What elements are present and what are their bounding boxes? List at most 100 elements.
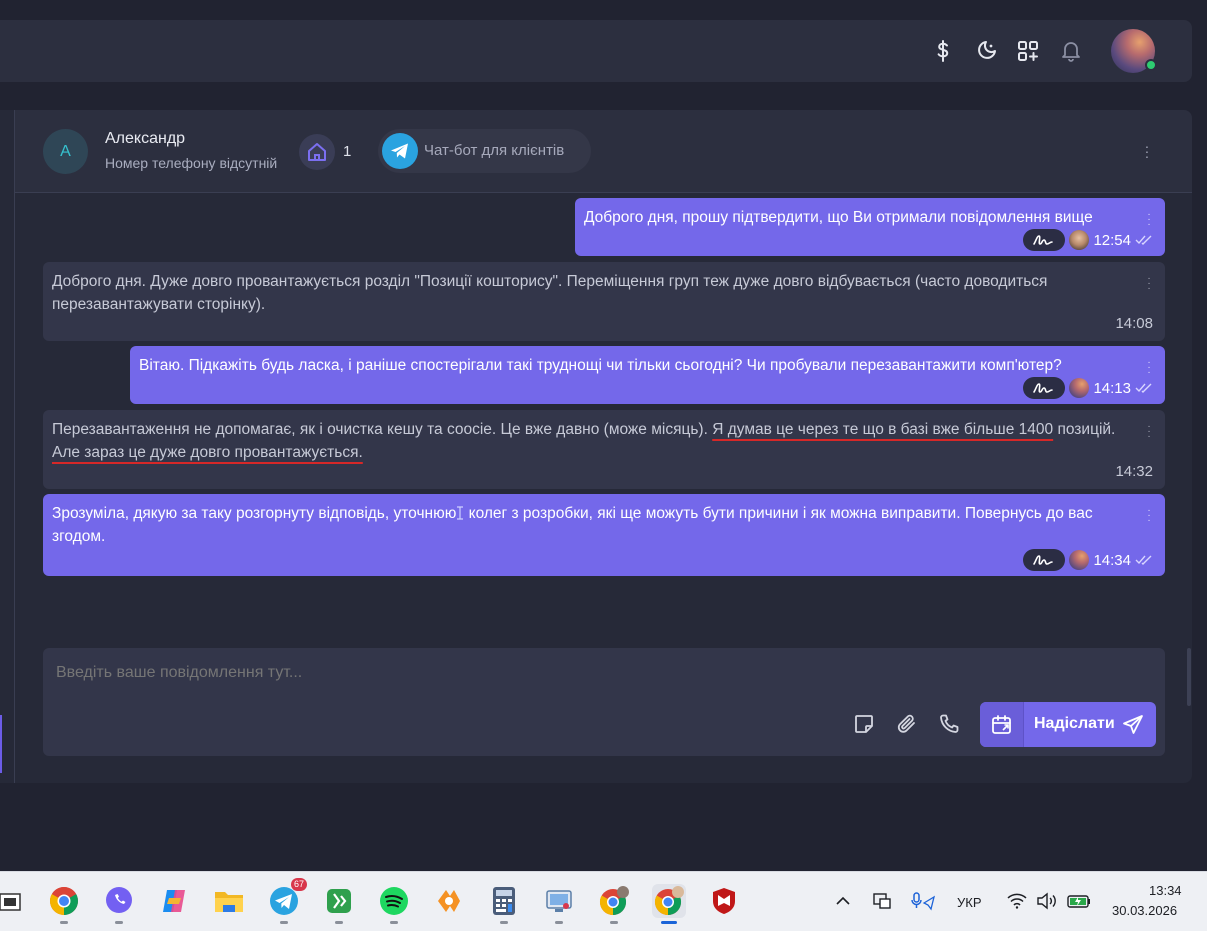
bell-icon[interactable] [1057, 37, 1085, 65]
operator-avatar [1069, 550, 1090, 570]
message-outgoing: Зрозуміла, дякую за таку розгорнуту відп… [43, 494, 1165, 576]
channel-label: Чат-бот для клієнтів [424, 142, 565, 159]
telegram-taskbar-icon[interactable]: 67 [267, 878, 307, 918]
message-input[interactable] [56, 664, 956, 682]
signature-icon[interactable] [1023, 549, 1066, 571]
channel-badge[interactable]: Чат-бот для клієнтів [378, 129, 591, 173]
running-indicator [115, 921, 123, 924]
volume-icon[interactable] [1030, 884, 1064, 918]
wifi-icon[interactable] [1000, 884, 1034, 918]
message-time: 14:13 [1093, 379, 1131, 397]
signature-icon[interactable] [1023, 229, 1066, 251]
operator-avatar [1069, 378, 1090, 398]
operator-avatar [1069, 230, 1090, 250]
message-text-underlined: Я думав це через те що в базі вже більше… [712, 421, 1054, 438]
contact-name[interactable]: Александр [105, 130, 185, 148]
remote-desktop-icon[interactable] [542, 884, 576, 918]
running-indicator [500, 921, 508, 924]
properties-count: 1 [343, 143, 352, 160]
running-indicator [390, 921, 398, 924]
message-list: Доброго дня, прошу підтвердити, що Ви от… [15, 193, 1192, 706]
calculator-icon[interactable] [487, 884, 521, 918]
mcafee-icon[interactable] [707, 884, 741, 918]
message-meta: 14:34 [1023, 549, 1153, 571]
message-time: 14:08 [1115, 315, 1153, 332]
message-menu-icon[interactable]: · · · [1145, 274, 1153, 294]
top-bar [0, 20, 1192, 82]
send-icon[interactable] [1121, 713, 1145, 737]
note-icon[interactable] [851, 711, 877, 737]
folder-icon[interactable] [212, 884, 246, 918]
running-indicator [610, 921, 618, 924]
online-status-dot [1145, 59, 1157, 71]
message-time: 12:54 [1093, 231, 1131, 249]
message-meta: 12:54 [1023, 229, 1153, 251]
calendar-schedule-icon [991, 714, 1011, 734]
chevron-up-icon[interactable] [826, 884, 860, 918]
double-check-icon [1135, 555, 1152, 565]
message-text: Доброго дня. Дуже довго провантажується … [52, 273, 1048, 313]
telegram-icon [382, 133, 418, 169]
running-indicator [335, 921, 343, 924]
chrome-profile-icon[interactable] [597, 884, 631, 918]
send-button[interactable]: Надіслати [1034, 715, 1115, 733]
chrome-icon[interactable] [47, 884, 81, 918]
running-indicator [60, 921, 68, 924]
double-check-icon [1135, 383, 1152, 393]
message-outgoing: Доброго дня, прошу підтвердити, що Ви от… [575, 198, 1165, 256]
spotify-icon[interactable] [377, 884, 411, 918]
chrome-profile-active-icon[interactable] [652, 884, 686, 918]
moon-icon[interactable] [972, 37, 1000, 65]
phone-icon[interactable] [936, 711, 962, 737]
home-icon [308, 143, 326, 161]
double-check-icon [1135, 235, 1152, 245]
message-menu-icon[interactable]: · · · [1145, 210, 1153, 230]
viber-icon[interactable] [102, 884, 136, 918]
user-avatar[interactable] [1111, 29, 1157, 73]
copilot-icon[interactable] [157, 884, 191, 918]
message-menu-icon[interactable]: · · · [1145, 358, 1153, 378]
clock-date[interactable]: 30.03.2026 [1112, 903, 1177, 918]
running-indicator [280, 921, 288, 924]
message-text-part: Зрозуміла, дякую за таку розгорнуту відп… [52, 505, 457, 522]
blender-icon[interactable] [432, 884, 466, 918]
message-text-part: Перезавантаження не допомагає, як і очис… [52, 421, 713, 438]
message-incoming: Доброго дня. Дуже довго провантажується … [43, 262, 1165, 341]
signature-icon[interactable] [1023, 377, 1066, 399]
properties-button[interactable] [299, 134, 335, 170]
active-indicator [661, 921, 677, 924]
message-incoming: Перезавантаження не допомагає, як і очис… [43, 410, 1165, 489]
windows-taskbar: 67 УКР 13:34 30.03.2026 [0, 871, 1207, 931]
message-menu-icon[interactable]: · · · [1145, 506, 1153, 526]
microphone-icon[interactable] [906, 884, 940, 918]
phone-link-icon[interactable] [322, 884, 356, 918]
apps-add-icon[interactable] [1014, 37, 1042, 65]
message-text: Вітаю. Підкажіть будь ласка, і раніше сп… [139, 357, 1062, 374]
message-text-part: позицій. [1053, 421, 1116, 438]
attachment-icon[interactable] [894, 711, 920, 737]
battery-charging-icon[interactable] [1062, 884, 1096, 918]
message-time: 14:34 [1093, 551, 1131, 569]
active-conversation-indicator [0, 715, 2, 773]
conversation-list-edge [0, 110, 15, 783]
message-text: Доброго дня, прошу підтвердити, що Ви от… [584, 209, 1093, 226]
dollar-icon[interactable] [929, 37, 957, 65]
more-options-icon[interactable]: · · · [1143, 139, 1151, 163]
running-indicator [555, 921, 563, 924]
message-menu-icon[interactable]: · · · [1145, 422, 1153, 442]
file-explorer-icon[interactable] [0, 884, 28, 918]
contact-avatar[interactable]: A [43, 129, 88, 174]
schedule-send-button[interactable] [980, 702, 1024, 747]
message-outgoing: Вітаю. Підкажіть будь ласка, і раніше сп… [130, 346, 1165, 404]
message-scrollbar[interactable] [1187, 648, 1191, 706]
message-text-underlined: Але зараз це дуже довго провантажується. [52, 444, 363, 461]
contact-phone-status: Номер телефону відсутній [105, 155, 278, 171]
message-time: 14:32 [1115, 463, 1153, 480]
clock-time[interactable]: 13:34 [1149, 883, 1182, 898]
keyboard-language[interactable]: УКР [957, 895, 982, 910]
message-meta: 14:13 [1023, 377, 1153, 399]
chat-header: A Александр Номер телефону відсутній 1 Ч… [15, 110, 1192, 193]
network-device-icon[interactable] [865, 884, 899, 918]
unread-badge: 67 [290, 878, 307, 891]
message-composer: Надіслати [43, 648, 1165, 756]
